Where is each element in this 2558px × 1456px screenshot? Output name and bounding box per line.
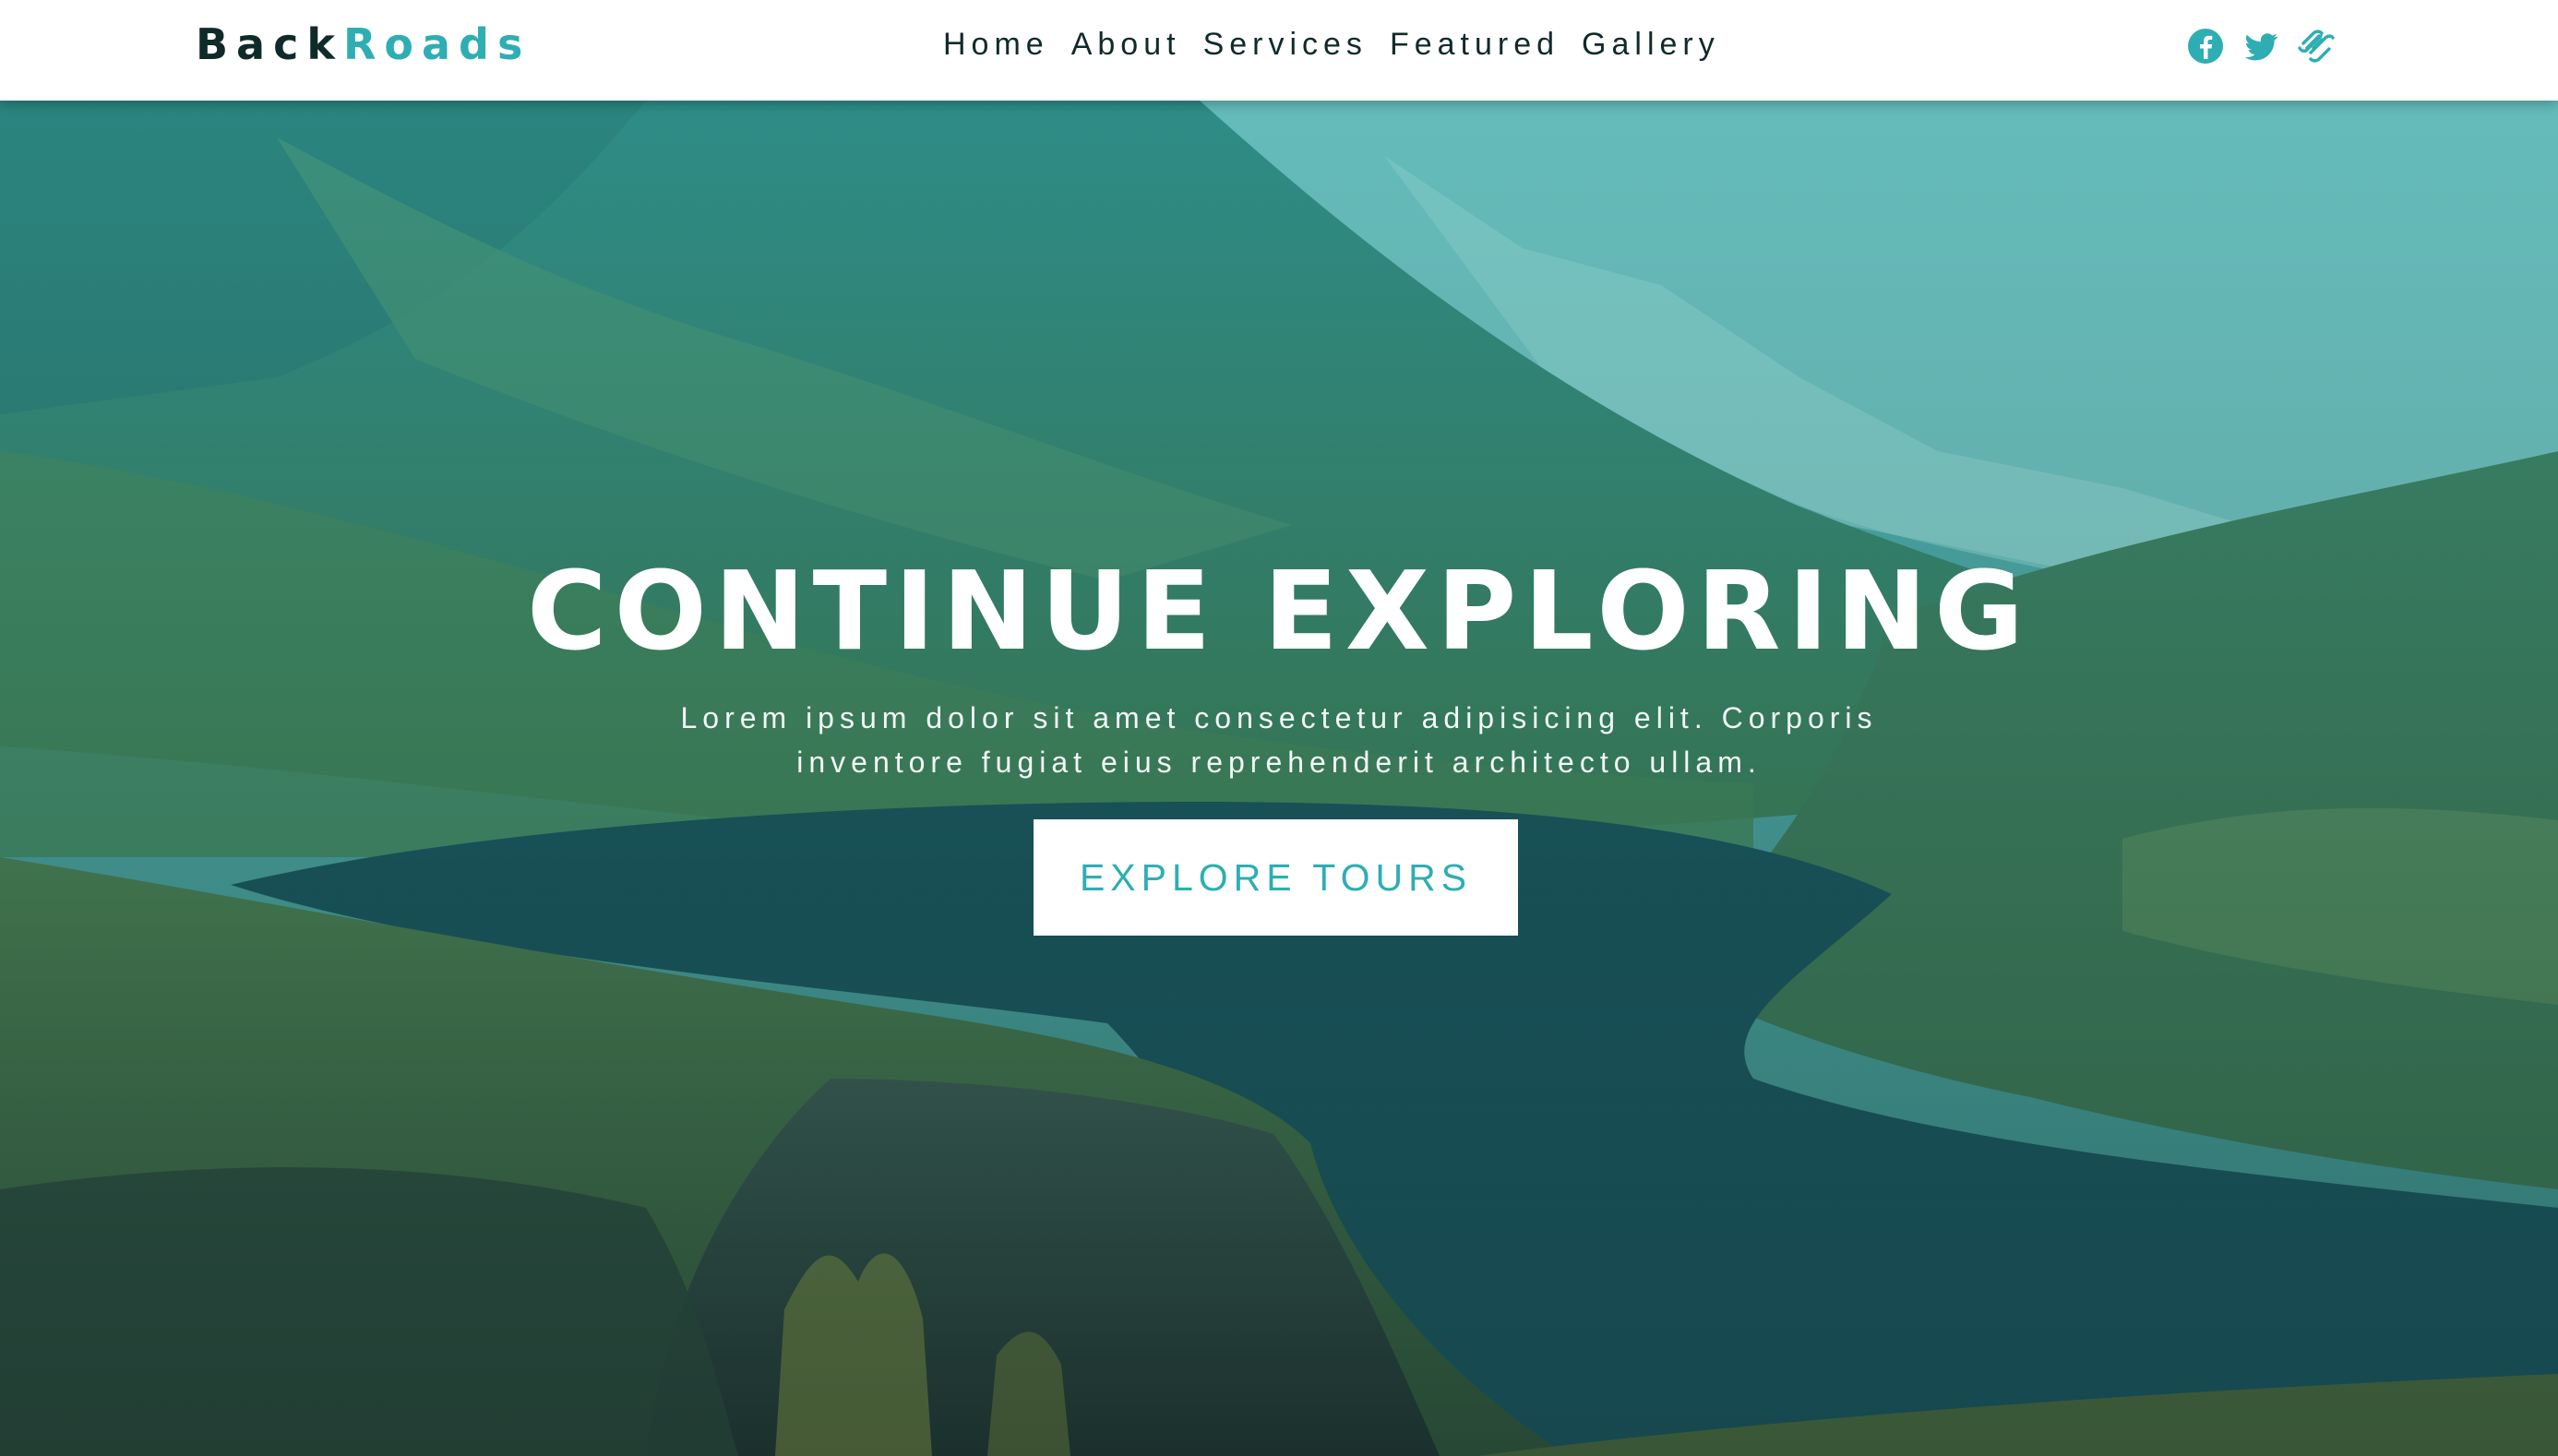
nav-item-services: Services bbox=[1203, 20, 1368, 68]
brand-logo-part1: Back bbox=[196, 19, 343, 69]
nav-link-home[interactable]: Home bbox=[943, 20, 1049, 68]
facebook-icon[interactable] bbox=[2183, 24, 2228, 68]
social-links bbox=[2183, 24, 2338, 68]
hero-title: CONTINUE EXPLORING bbox=[526, 547, 2032, 674]
explore-tours-button[interactable]: EXPLORE TOURS bbox=[1034, 819, 1518, 936]
nav-item-gallery: Gallery bbox=[1582, 20, 1720, 68]
hero-section: CONTINUE EXPLORING Lorem ipsum dolor sit… bbox=[0, 101, 2558, 1456]
nav-link-services[interactable]: Services bbox=[1203, 20, 1368, 68]
nav-item-featured: Featured bbox=[1390, 20, 1560, 68]
nav-item-about: About bbox=[1071, 20, 1181, 68]
twitter-icon[interactable] bbox=[2239, 24, 2283, 68]
brand-logo[interactable]: BackRoads bbox=[196, 17, 531, 72]
hero-text: Lorem ipsum dolor sit amet consectetur a… bbox=[680, 701, 1878, 779]
nav-link-featured[interactable]: Featured bbox=[1390, 20, 1560, 68]
nav-link-gallery[interactable]: Gallery bbox=[1582, 20, 1720, 68]
nav-links: Home About Services Featured Gallery bbox=[943, 20, 1720, 68]
nav-item-home: Home bbox=[943, 20, 1049, 68]
navbar: BackRoads Home About Services Featured G… bbox=[0, 0, 2558, 101]
nav-link-about[interactable]: About bbox=[1071, 20, 1181, 68]
squarespace-icon[interactable] bbox=[2294, 24, 2338, 68]
brand-logo-part2: Roads bbox=[342, 19, 532, 69]
